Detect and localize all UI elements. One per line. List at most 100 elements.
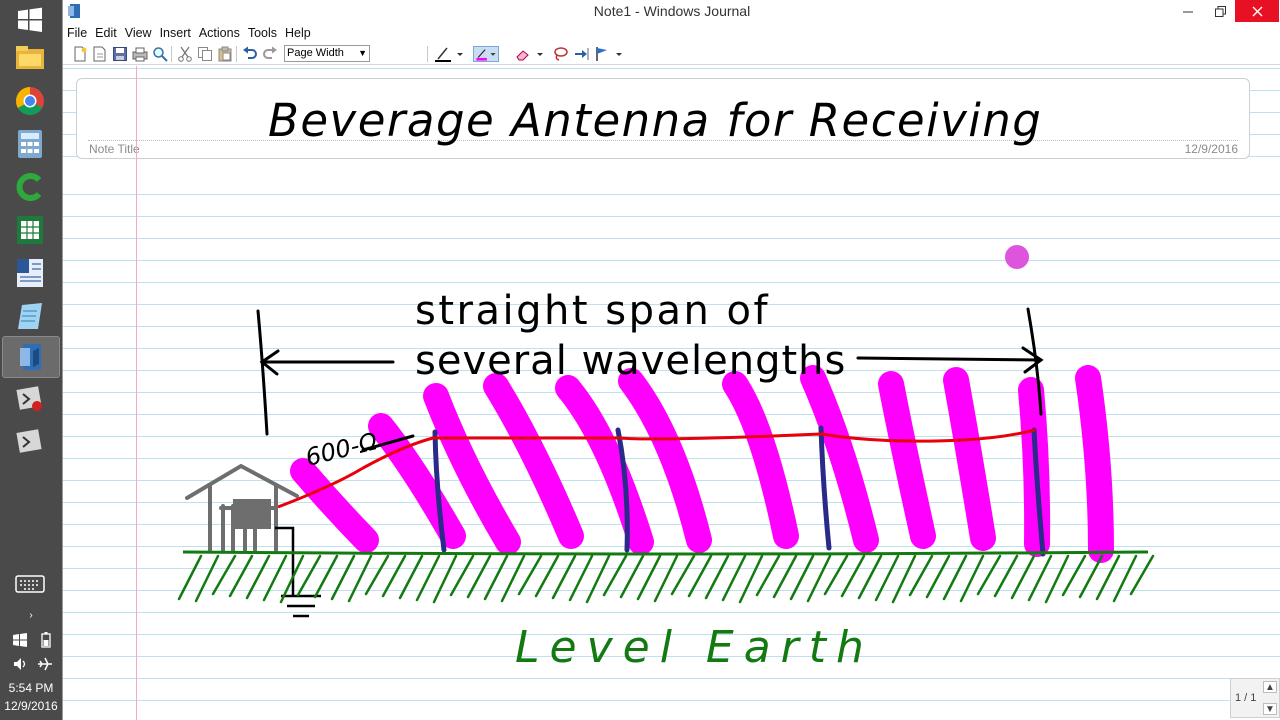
eraser-dropdown-icon[interactable] xyxy=(535,46,545,62)
close-button[interactable] xyxy=(1235,0,1279,22)
hatch-stroke xyxy=(500,554,526,603)
tray-expand-arrow-icon[interactable]: › xyxy=(0,610,62,621)
hatch-stroke xyxy=(1010,554,1036,600)
hatch-stroke xyxy=(772,554,798,599)
menu-insert[interactable]: Insert xyxy=(156,24,195,40)
hatch-stroke xyxy=(585,554,611,604)
zoom-value: Page Width xyxy=(287,47,344,59)
hatch-stroke xyxy=(704,554,730,600)
lasso-icon[interactable] xyxy=(553,46,569,62)
keyboard-icon[interactable] xyxy=(12,569,48,599)
page-navigator: 1 / 1 ▲ ▼ xyxy=(1230,678,1280,718)
page-indicator: 1 / 1 xyxy=(1235,692,1257,704)
pen-dropdown-icon[interactable] xyxy=(455,46,465,62)
journal-icon[interactable] xyxy=(2,336,60,378)
hatch-stroke xyxy=(194,554,220,603)
calculator-icon[interactable] xyxy=(12,126,48,162)
save-icon[interactable] xyxy=(112,46,128,62)
copy-icon[interactable] xyxy=(197,46,213,62)
find-icon[interactable] xyxy=(152,46,168,62)
toolbar-separator xyxy=(236,46,237,62)
notepad-icon[interactable] xyxy=(12,298,48,334)
highlighter-icon[interactable] xyxy=(473,46,499,62)
hatch-stroke xyxy=(415,554,441,602)
menu-file[interactable]: File xyxy=(63,24,91,40)
hatch-stroke xyxy=(874,554,900,602)
hatch-stroke xyxy=(891,554,917,604)
hatch-stroke xyxy=(568,554,594,602)
taskbar: › 5:54 PM 12/9/2016 xyxy=(0,0,62,720)
insert-space-icon[interactable] xyxy=(573,46,589,62)
flag-dropdown-icon[interactable] xyxy=(614,46,624,62)
restore-button[interactable] xyxy=(1205,0,1235,22)
hatch-stroke xyxy=(619,554,645,599)
open-icon[interactable] xyxy=(92,46,108,62)
page-down-button[interactable]: ▼ xyxy=(1263,703,1277,715)
redo-icon[interactable] xyxy=(262,46,278,62)
hatch-stroke xyxy=(925,554,951,599)
hatch-stroke xyxy=(228,554,254,598)
span-annotation-line2: several wavelengths xyxy=(415,338,846,384)
chevron-down-icon: ▼ xyxy=(358,48,367,58)
hatch-stroke xyxy=(466,554,492,599)
earth-line xyxy=(182,550,1149,556)
pen-icon[interactable] xyxy=(435,46,451,62)
eraser-icon[interactable] xyxy=(515,46,531,62)
hatch-stroke xyxy=(959,554,985,603)
chrome-icon[interactable] xyxy=(12,83,48,119)
windows-start-icon[interactable] xyxy=(12,2,48,38)
excel-icon[interactable] xyxy=(12,212,48,248)
span-annotation-line1: straight span of xyxy=(415,288,770,334)
page-up-button[interactable]: ▲ xyxy=(1263,681,1277,693)
house-drawing xyxy=(185,463,299,552)
taskbar-date[interactable]: 12/9/2016 xyxy=(0,699,62,713)
menu-tools[interactable]: Tools xyxy=(244,24,281,40)
ink-canvas[interactable]: Beverage Antenna for Receiving straight … xyxy=(63,66,1280,720)
recorder-icon[interactable] xyxy=(12,381,48,417)
note-page[interactable]: Note Title 12/9/2016 Beverage Antenna fo… xyxy=(63,66,1280,720)
volume-icon[interactable] xyxy=(13,657,29,676)
hatch-stroke xyxy=(1027,554,1053,602)
airplane-icon[interactable] xyxy=(37,657,53,676)
hatch-stroke xyxy=(381,554,407,598)
hatch-stroke xyxy=(245,554,271,600)
file-explorer-icon[interactable] xyxy=(12,40,48,76)
zoom-dropdown[interactable]: Page Width ▼ xyxy=(284,45,370,62)
hatch-stroke xyxy=(840,554,866,598)
hatch-stroke xyxy=(330,554,356,601)
hatch-stroke xyxy=(534,554,560,598)
toolbar-separator xyxy=(171,46,172,62)
menu-bar: File Edit View Insert Actions Tools Help xyxy=(63,24,1280,43)
menu-edit[interactable]: Edit xyxy=(91,24,121,40)
minimize-button[interactable] xyxy=(1173,0,1203,22)
print-icon[interactable] xyxy=(132,46,148,62)
highlighter-strokes xyxy=(290,365,1114,563)
windows-logo-icon[interactable] xyxy=(13,633,27,652)
hatch-stroke xyxy=(738,554,764,604)
hatch-stroke xyxy=(653,554,679,603)
hatch-stroke xyxy=(262,554,288,602)
hatch-stroke xyxy=(993,554,1019,598)
camtasia-icon[interactable] xyxy=(12,169,48,205)
hatch-stroke xyxy=(177,554,203,601)
menu-actions[interactable]: Actions xyxy=(195,24,244,40)
flag-icon[interactable] xyxy=(594,46,610,62)
cut-icon[interactable] xyxy=(177,46,193,62)
recorder-icon[interactable] xyxy=(12,424,48,460)
hatch-stroke xyxy=(1044,554,1070,604)
paste-icon[interactable] xyxy=(217,46,233,62)
menu-help[interactable]: Help xyxy=(281,24,315,40)
battery-icon[interactable] xyxy=(41,632,51,653)
hatch-stroke xyxy=(432,554,458,604)
hatch-stroke xyxy=(313,554,339,599)
undo-icon[interactable] xyxy=(242,46,258,62)
earth-hatching xyxy=(177,554,1155,604)
hatch-stroke xyxy=(942,554,968,601)
taskbar-time[interactable]: 5:54 PM xyxy=(0,681,62,695)
hatch-stroke xyxy=(551,554,577,600)
title-bar[interactable]: Note1 - Windows Journal xyxy=(63,0,1280,24)
handwritten-title: Beverage Antenna for Receiving xyxy=(268,94,1042,147)
menu-view[interactable]: View xyxy=(121,24,156,40)
new-note-icon[interactable] xyxy=(72,46,88,62)
word-icon[interactable] xyxy=(12,255,48,291)
